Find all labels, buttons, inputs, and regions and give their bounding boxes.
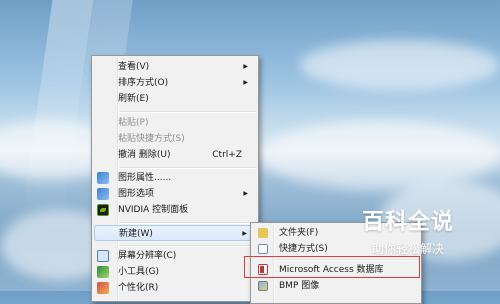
personalize-icon — [97, 282, 109, 294]
menu-item-paste-shortcut[interactable]: 粘贴快捷方式(S) — [94, 131, 256, 147]
menu-item-sort-by[interactable]: 排序方式(O) ▶ — [94, 75, 256, 91]
menu-item-nvidia-control-panel[interactable]: NVIDIA 控制面板 — [94, 202, 256, 218]
menu-item-personalize[interactable]: 个性化(R) — [94, 280, 256, 296]
menu-separator — [119, 111, 256, 113]
watermark-subtitle: 助你轻松解决 — [371, 242, 444, 256]
submenu-arrow-icon: ▶ — [242, 230, 247, 237]
menu-item-graphics-options[interactable]: 图形选项 ▶ — [94, 186, 256, 202]
menu-separator — [119, 222, 256, 224]
graphics-icon — [97, 172, 109, 184]
menu-item-paste[interactable]: 粘贴(P) — [94, 115, 256, 131]
shortcut-icon — [258, 244, 268, 254]
submenu-arrow-icon: ▶ — [243, 79, 248, 86]
menu-item-gadgets[interactable]: 小工具(G) — [94, 264, 256, 280]
menu-separator — [119, 245, 256, 247]
menu-item-undo-delete[interactable]: 撤消 删除(U) Ctrl+Z — [94, 147, 256, 163]
menu-separator — [119, 167, 256, 169]
menu-item-new[interactable]: 新建(W) ▶ — [94, 225, 256, 241]
menu-item-graphics-properties[interactable]: 图形属性...... — [94, 170, 256, 186]
submenu-item-bmp-image[interactable]: BMP 图像 — [253, 278, 419, 294]
watermark-title: 百科全说 — [361, 210, 454, 235]
shortcut-label: Ctrl+Z — [212, 150, 242, 160]
screen-resolution-icon — [97, 250, 109, 262]
gadget-icon — [97, 266, 109, 278]
menu-item-refresh[interactable]: 刷新(E) — [94, 91, 256, 107]
submenu-arrow-icon: ▶ — [243, 190, 248, 197]
bmp-icon — [258, 281, 268, 291]
submenu-arrow-icon: ▶ — [243, 63, 248, 70]
nvidia-icon — [97, 204, 109, 216]
watermark: 百科全说 助你轻松解决 — [349, 204, 467, 264]
menu-item-screen-resolution[interactable]: 屏幕分辨率(C) — [94, 248, 256, 264]
folder-icon — [258, 228, 268, 238]
graphics-options-icon — [97, 188, 109, 200]
desktop-context-menu: 查看(V) ▶ 排序方式(O) ▶ 刷新(E) 粘贴(P) 粘贴快捷方式(S) … — [91, 55, 259, 302]
menu-item-view[interactable]: 查看(V) ▶ — [94, 59, 256, 75]
